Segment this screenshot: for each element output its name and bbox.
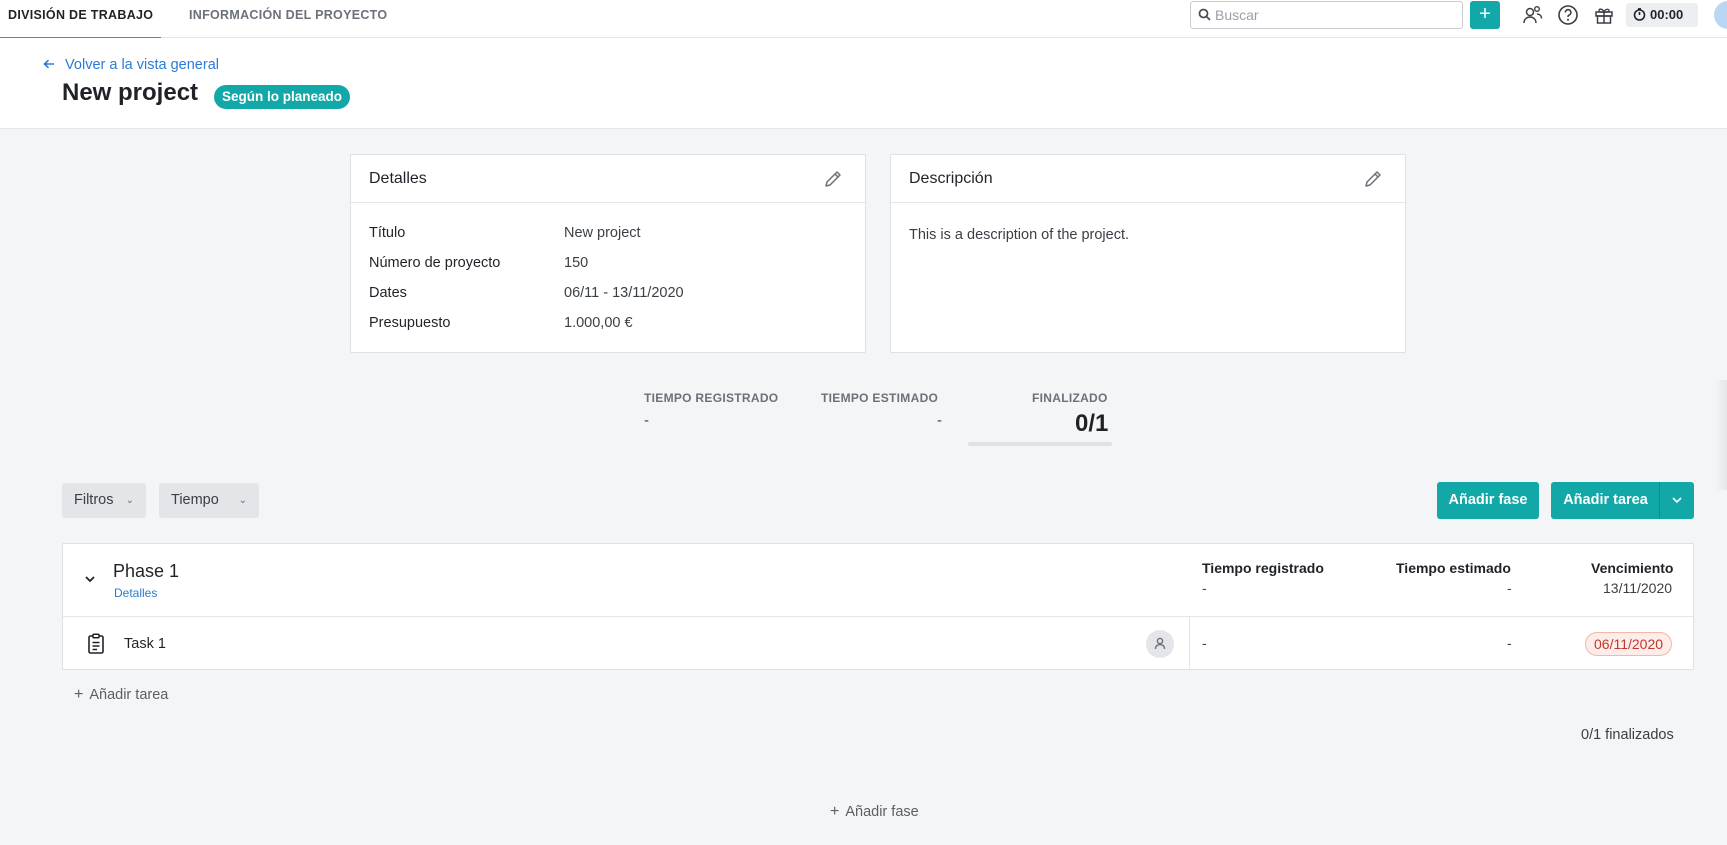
search-box[interactable] — [1190, 1, 1463, 29]
col-header-estimated: Tiempo estimado — [1396, 560, 1511, 576]
detail-value-number: 150 — [564, 255, 589, 271]
estimated-time-label: TIEMPO ESTIMADO — [821, 391, 939, 405]
phase-name[interactable]: Phase 1 — [113, 561, 179, 582]
search-input[interactable] — [1215, 2, 1455, 28]
chevron-down-icon — [1672, 494, 1682, 506]
time-tracker-button[interactable]: 00:00 — [1626, 3, 1698, 27]
detail-value-dates: 06/11 - 13/11/2020 — [564, 285, 684, 301]
project-header: Volver a la vista general New project Se… — [0, 38, 1727, 129]
gift-icon[interactable] — [1593, 4, 1615, 26]
add-task-button[interactable]: Añadir tarea — [1551, 482, 1660, 519]
detail-value-title: New project — [564, 225, 641, 241]
tab-work-breakdown[interactable]: DIVISIÓN DE TRABAJO — [0, 0, 162, 39]
plus-icon: + — [830, 803, 840, 820]
stopwatch-icon — [1633, 5, 1646, 29]
add-task-link[interactable]: + Añadir tarea — [74, 686, 168, 704]
description-card-title: Descripción — [909, 170, 993, 187]
add-phase-button[interactable]: Añadir fase — [1437, 482, 1539, 519]
page-title: New project — [62, 79, 199, 106]
clipboard-icon — [87, 633, 105, 658]
phase-due-value: 13/11/2020 — [1603, 580, 1673, 596]
detail-label-budget: Presupuesto — [369, 315, 451, 331]
user-icon — [1154, 637, 1166, 653]
chevron-down-icon: ⌄ — [125, 495, 134, 506]
col-header-due: Vencimiento — [1591, 560, 1674, 576]
search-icon — [1198, 8, 1211, 24]
finished-count: 0/1 finalizados — [1581, 727, 1674, 743]
details-card-header: Detalles — [351, 155, 865, 203]
status-badge[interactable]: Según lo planeado — [214, 85, 351, 109]
details-card: Detalles Título New project Número de pr… — [350, 154, 866, 353]
phase-details-link[interactable]: Detalles — [114, 586, 157, 600]
detail-label-dates: Dates — [369, 285, 407, 301]
phase-header: Phase 1 Detalles Tiempo registrado - Tie… — [63, 544, 1693, 617]
column-divider — [1189, 617, 1190, 670]
description-text: This is a description of the project. — [909, 227, 1130, 243]
registered-time-value: - — [644, 412, 649, 429]
top-navigation: DIVISIÓN DE TRABAJO INFORMACIÓN DEL PROY… — [0, 0, 1727, 39]
collapse-chevron-icon[interactable] — [85, 572, 95, 586]
time-filter-label: Tiempo — [171, 492, 219, 508]
task-name[interactable]: Task 1 — [124, 636, 166, 652]
filters-button[interactable]: Filtros ⌄ — [62, 483, 146, 518]
task-due-badge[interactable]: 06/11/2020 — [1585, 632, 1673, 656]
description-card: Descripción This is a description of the… — [890, 154, 1406, 353]
phase-card: Phase 1 Detalles Tiempo registrado - Tie… — [62, 543, 1694, 670]
tab-project-info[interactable]: INFORMACIÓN DEL PROYECTO — [189, 0, 387, 38]
phase-estimated-value: - — [1507, 580, 1512, 596]
plus-icon: + — [74, 686, 84, 703]
help-icon[interactable] — [1557, 4, 1579, 26]
assignee-avatar[interactable] — [1146, 630, 1174, 658]
add-phase-link[interactable]: + Añadir fase — [830, 803, 919, 821]
pencil-icon[interactable] — [823, 169, 843, 192]
pencil-icon[interactable] — [1363, 169, 1383, 192]
detail-value-budget: 1.000,00 € — [564, 315, 633, 331]
arrow-left-icon — [43, 57, 59, 73]
add-phase-link-label: Añadir fase — [845, 804, 919, 820]
task-registered-value: - — [1202, 635, 1207, 651]
registered-time-label: TIEMPO REGISTRADO — [644, 391, 779, 405]
finished-label: FINALIZADO — [1032, 391, 1108, 405]
timer-value: 00:00 — [1650, 7, 1684, 22]
detail-label-number: Número de proyecto — [369, 255, 501, 271]
add-task-dropdown-button[interactable] — [1659, 482, 1694, 519]
add-task-link-label: Añadir tarea — [89, 687, 169, 703]
back-link-label: Volver a la vista general — [65, 57, 219, 73]
finished-value: 0/1 — [1075, 410, 1109, 437]
detail-label-title: Título — [369, 225, 406, 241]
time-filter-button[interactable]: Tiempo ⌄ — [159, 483, 259, 518]
quick-add-button[interactable]: + — [1470, 1, 1500, 29]
people-icon[interactable] — [1521, 4, 1543, 26]
chevron-down-icon: ⌄ — [238, 495, 247, 506]
description-card-header: Descripción — [891, 155, 1405, 203]
col-header-registered: Tiempo registrado — [1202, 560, 1324, 576]
details-card-title: Detalles — [369, 170, 427, 187]
phase-registered-value: - — [1202, 580, 1207, 596]
side-panel-edge — [1715, 380, 1727, 490]
finished-progress-bar — [968, 442, 1112, 446]
filters-label: Filtros — [74, 492, 114, 508]
user-avatar[interactable] — [1714, 1, 1727, 29]
back-link[interactable]: Volver a la vista general — [43, 57, 219, 73]
task-estimated-value: - — [1507, 635, 1512, 651]
estimated-time-value: - — [937, 412, 942, 429]
